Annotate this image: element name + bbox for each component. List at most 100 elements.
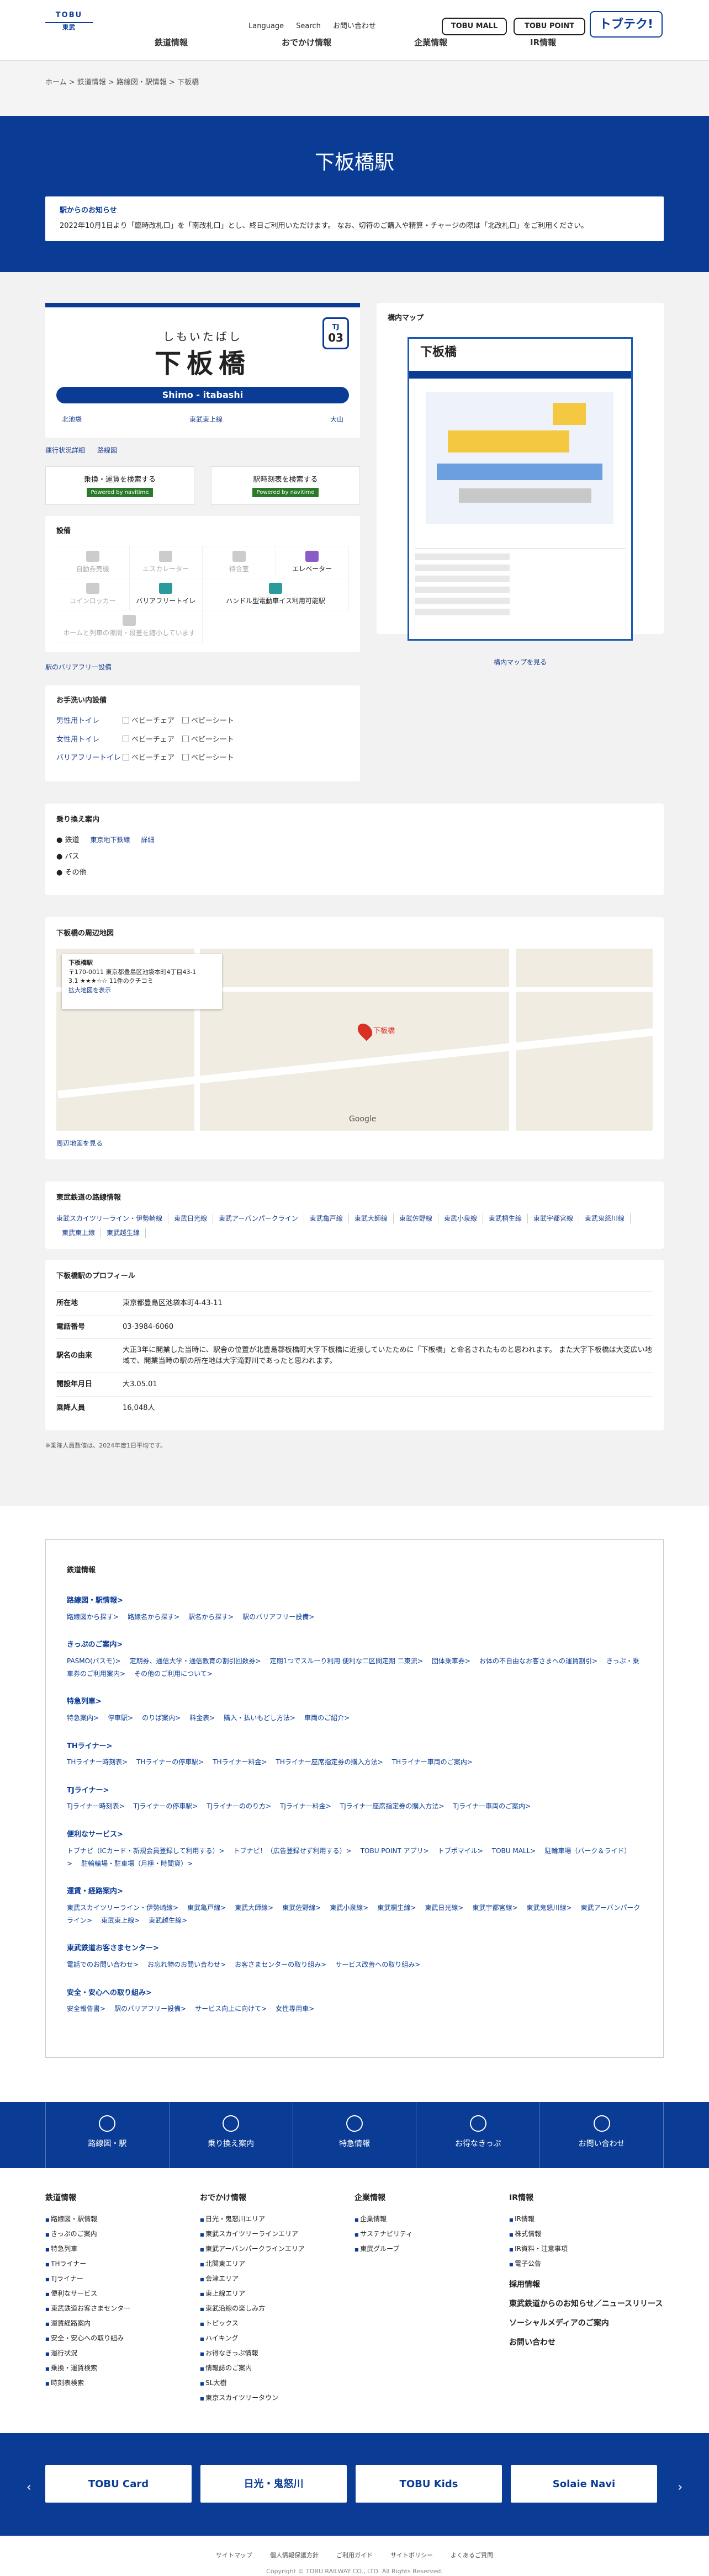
sitemap-link[interactable]: THライナーの停車駅> — [136, 1758, 204, 1766]
sitemap-link[interactable]: TJライナー座席指定券の購入方法> — [340, 1802, 445, 1810]
footer-link[interactable]: 安全・安心への取り組み — [45, 2331, 200, 2346]
footer-link[interactable]: 電子公告 — [509, 2256, 664, 2271]
sitemap-link[interactable]: その他のご利用について> — [134, 1670, 213, 1678]
sitemap-link[interactable]: トブナビ（ICカード・新規会員登録して利用する）> — [67, 1847, 225, 1855]
sitemap-link[interactable]: 東武桐生線> — [377, 1904, 416, 1912]
footer-link[interactable]: 路線図・駅情報 — [45, 2212, 200, 2227]
sitemap-link[interactable]: 停車駅> — [108, 1714, 133, 1722]
sitemap-link[interactable]: PASMO(パスモ)> — [67, 1657, 121, 1665]
footer-link[interactable]: 日光・鬼怒川エリア — [200, 2212, 354, 2227]
sitemap-group-title[interactable]: TJライナー> — [67, 1785, 642, 1796]
sitemap-link[interactable]: 女性専用車> — [276, 2005, 314, 2013]
nav-railway[interactable]: 鉄道情報 — [133, 36, 210, 49]
banner[interactable]: TOBU Card — [45, 2465, 192, 2503]
sitemap-link[interactable]: 東武スカイツリーライン・伊勢崎線> — [67, 1904, 178, 1912]
sitemap-link[interactable]: 東武亀戸線> — [187, 1904, 226, 1912]
search-link[interactable]: Search — [296, 21, 321, 32]
breadcrumb[interactable]: ホーム > 鉄道情報 > 路線図・駅情報 > 下板橋 — [0, 61, 709, 116]
tobu-point-button[interactable]: TOBU POINT — [514, 18, 585, 35]
yard-map-link[interactable]: 構内マップを見る — [494, 658, 547, 666]
footer-bottom-link[interactable]: 個人情報保護方針 — [270, 2552, 319, 2559]
footer-link[interactable]: 東武スカイツリーラインエリア — [200, 2227, 354, 2242]
sitemap-link[interactable]: サービス向上に向けて> — [195, 2005, 267, 2013]
line-link[interactable]: 東武東上線 — [189, 414, 223, 424]
line-link[interactable]: 東武亀戸線 — [304, 1213, 349, 1223]
footer-column-title[interactable]: お問い合わせ — [509, 2337, 664, 2349]
sitemap-link[interactable]: お体の不自由なお客さまへの運賃割引> — [479, 1657, 597, 1665]
prev-station-link[interactable]: 北池袋 — [62, 414, 82, 424]
footer-link[interactable]: きっぷのご案内 — [45, 2227, 200, 2242]
google-map[interactable]: 下板橋 下板橋駅 〒170-0011 東京都豊島区池袋本町4丁目43-1 3.1… — [56, 949, 653, 1131]
tobuteku-button[interactable]: トブテク! — [590, 11, 663, 38]
sitemap-link[interactable]: TJライナーののり方> — [207, 1802, 271, 1810]
sitemap-link[interactable]: TJライナー料金> — [280, 1802, 331, 1810]
footer-link[interactable]: サステナビリティ — [354, 2227, 509, 2242]
language-link[interactable]: Language — [248, 21, 284, 32]
sitemap-link[interactable]: THライナー座席指定券の購入方法> — [276, 1758, 383, 1766]
footer-link[interactable]: TJライナー — [45, 2271, 200, 2286]
footer-nav-item[interactable]: 特急情報 — [293, 2102, 417, 2169]
footer-link[interactable]: 乗換・運賃検索 — [45, 2361, 200, 2376]
sitemap-link[interactable]: 車両のご紹介> — [304, 1714, 350, 1722]
sitemap-group-title[interactable]: 東武鉄道お客さまセンター> — [67, 1943, 642, 1954]
sitemap-link[interactable]: THライナー料金> — [213, 1758, 267, 1766]
sitemap-link[interactable]: 特急案内> — [67, 1714, 99, 1722]
barrier-free-link[interactable]: 駅のバリアフリー設備 — [45, 663, 112, 671]
footer-link[interactable]: 会津エリア — [200, 2271, 354, 2286]
enlarge-map-link[interactable]: 拡大地図を表示 — [68, 987, 111, 994]
sitemap-group-title[interactable]: 便利なサービス> — [67, 1829, 642, 1840]
line-link[interactable]: 東武スカイツリーライン・伊勢崎線 — [56, 1213, 169, 1223]
nav-corporate[interactable]: 企業情報 — [414, 36, 447, 49]
sitemap-link[interactable]: THライナー時刻表> — [67, 1758, 128, 1766]
footer-column-title[interactable]: 東武鉄道からのお知らせ／ニュースリリース — [509, 2298, 664, 2310]
sitemap-group-title[interactable]: 特急列車> — [67, 1696, 642, 1707]
transfer-link[interactable]: 詳細 — [141, 835, 155, 846]
transfer-link[interactable]: 東京地下鉄線 — [90, 835, 130, 846]
sitemap-link[interactable]: THライナー車両のご案内> — [392, 1758, 473, 1766]
footer-bottom-link[interactable]: サイトマップ — [216, 2552, 252, 2559]
sitemap-link[interactable]: 駐輪輪場・駐車場（月極・時間貸）> — [81, 1860, 193, 1867]
banner[interactable]: TOBU Kids — [356, 2465, 502, 2503]
route-map-link[interactable]: 路線図 — [97, 445, 117, 455]
yard-map-image[interactable]: 下板橋 — [408, 337, 633, 641]
banner[interactable]: 日光・鬼怒川 — [200, 2465, 347, 2503]
sitemap-link[interactable]: 東武宇都宮線> — [472, 1904, 517, 1912]
sitemap-link[interactable]: 東武越生線> — [149, 1917, 187, 1924]
contact-link[interactable]: お問い合わせ — [333, 21, 376, 32]
sitemap-link[interactable]: 安全報告書> — [67, 2005, 105, 2013]
sitemap-link[interactable]: お忘れ物のお問い合わせ> — [147, 1961, 226, 1968]
footer-link[interactable]: 東上線エリア — [200, 2286, 354, 2301]
footer-link[interactable]: 東武グループ — [354, 2242, 509, 2256]
sitemap-link[interactable]: のりば案内> — [142, 1714, 181, 1722]
sitemap-link[interactable]: サービス改善への取り組み> — [335, 1961, 420, 1968]
sitemap-group-title[interactable]: 路線図・駅情報> — [67, 1595, 642, 1606]
sitemap-link[interactable]: 東武佐野線> — [282, 1904, 321, 1912]
sitemap-link[interactable]: 東武鬼怒川線> — [527, 1904, 572, 1912]
sitemap-link[interactable]: TOBU POINT アプリ> — [361, 1847, 429, 1855]
sitemap-link[interactable]: 団体乗車券> — [432, 1657, 470, 1665]
sitemap-link[interactable]: お客さまセンターの取り組み> — [235, 1961, 326, 1968]
footer-nav-item[interactable]: 路線図・駅 — [45, 2102, 170, 2169]
footer-link[interactable]: THライナー — [45, 2256, 200, 2271]
footer-link[interactable]: 東武鉄道お客さまセンター — [45, 2301, 200, 2316]
line-link[interactable]: 東武小泉線 — [438, 1213, 483, 1223]
station-pin-icon[interactable] — [354, 1020, 375, 1041]
sitemap-link[interactable]: TOBU MALL> — [492, 1847, 536, 1855]
footer-link[interactable]: 情報誌のご案内 — [200, 2361, 354, 2376]
footer-nav-item[interactable]: お得なきっぷ — [416, 2102, 541, 2169]
sitemap-link[interactable]: TJライナー時刻表> — [67, 1802, 125, 1810]
nav-outing[interactable]: おでかけ情報 — [282, 36, 331, 49]
footer-link[interactable]: 便利なサービス — [45, 2286, 200, 2301]
fare-search-button[interactable]: 乗換・運賃を検索する Powered by navitime — [45, 466, 194, 505]
nav-ir[interactable]: IR情報 — [530, 36, 556, 49]
surround-map-link[interactable]: 周辺地図を見る — [56, 1140, 103, 1147]
footer-link[interactable]: ハイキング — [200, 2331, 354, 2346]
sitemap-link[interactable]: 東武大師線> — [235, 1904, 273, 1912]
sitemap-link[interactable]: 購入・払いもどし方法> — [224, 1714, 295, 1722]
tobu-logo[interactable]: TOBU 東武 — [45, 10, 93, 34]
footer-column-title[interactable]: おでかけ情報 — [200, 2192, 354, 2204]
footer-link[interactable]: 北関東エリア — [200, 2256, 354, 2271]
footer-nav-item[interactable]: 乗り換え案内 — [170, 2102, 293, 2169]
sitemap-link[interactable]: 路線図から探す> — [67, 1613, 119, 1621]
sitemap-group-title[interactable]: きっぷのご案内> — [67, 1640, 642, 1651]
